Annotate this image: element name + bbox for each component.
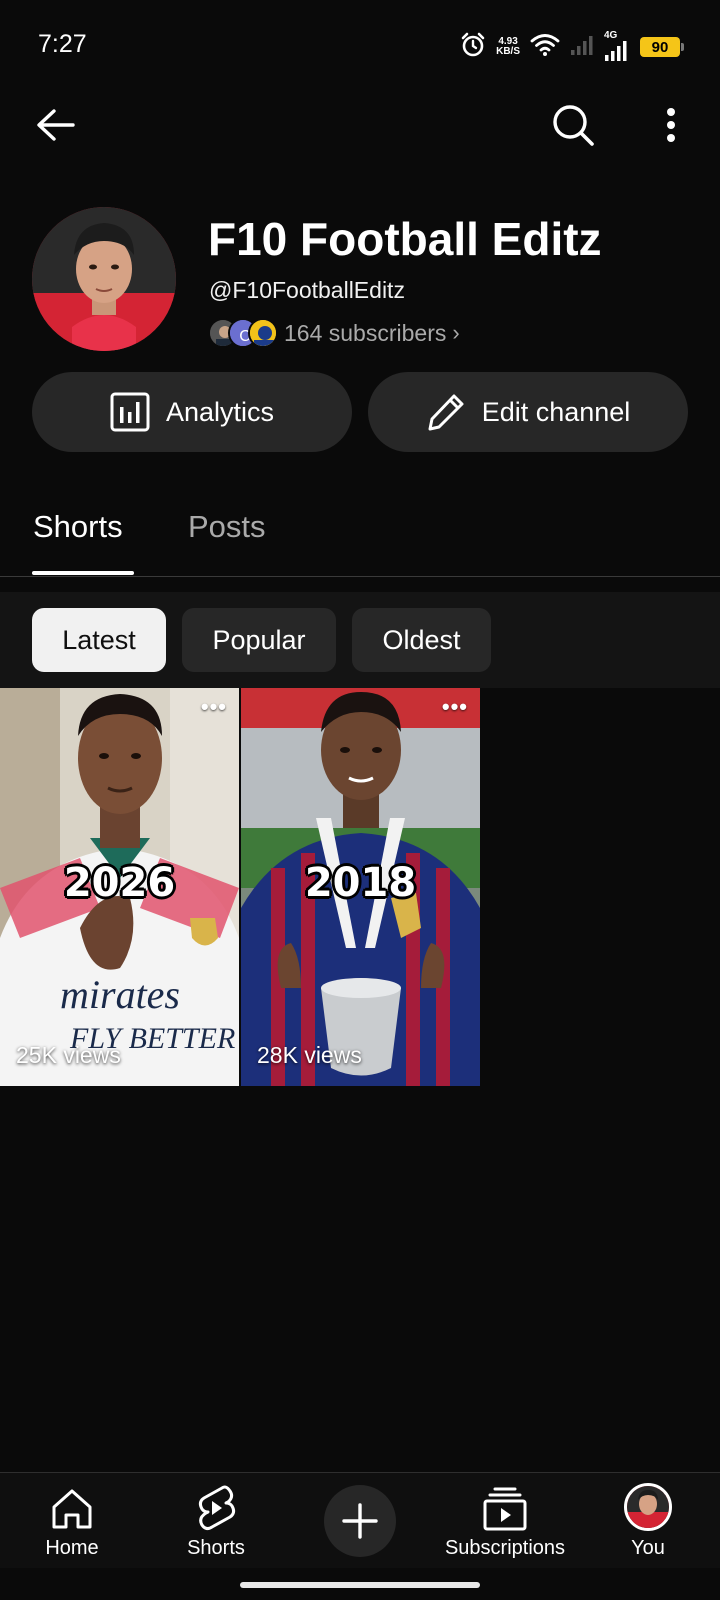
tab-posts[interactable]: Posts [188,509,266,545]
profile-avatar [624,1483,672,1531]
nav-home[interactable]: Home [32,1473,112,1569]
nav-label: You [631,1537,665,1559]
channel-avatar[interactable] [32,207,176,351]
channel-name: F10 Football Editz [208,213,602,265]
home-indicator[interactable] [240,1582,480,1588]
analytics-button[interactable]: Analytics [32,372,352,452]
edit-channel-label: Edit channel [481,396,631,427]
channel-page: 7:27 4.93 KB/S 4G 90 F10 Football Editz … [0,0,720,1600]
analytics-label: Analytics [165,396,275,427]
short-view-count: 28K views [257,1042,362,1068]
filter-chips: Latest Popular Oldest [0,592,720,688]
subscriber-avatars: C [208,316,280,350]
edit-channel-button[interactable]: Edit channel [368,372,688,452]
nav-create[interactable] [324,1473,396,1569]
nav-you[interactable]: You [608,1473,688,1569]
short-view-count: 25K views [16,1042,121,1068]
more-vertical-icon [667,108,675,142]
filter-chip-latest[interactable]: Latest [32,608,166,672]
more-options-button[interactable] [646,100,696,150]
tab-selected-indicator [32,571,134,575]
network-speed: 4.93 KB/S [496,37,520,57]
short-more-options[interactable]: ••• [442,694,468,720]
back-button[interactable] [30,100,80,150]
status-bar: 7:27 4.93 KB/S 4G 90 [0,0,720,90]
short-video-card[interactable]: mirates FLY BETTER 2026 25K views ••• [0,688,239,1086]
network-speed-unit: KB/S [496,46,520,57]
signal-icon-sim2: 4G [604,30,630,62]
pencil-icon [428,394,464,431]
subscriptions-icon [483,1487,527,1531]
subscriber-avatar [248,318,278,348]
channel-handle: @F10FootballEditz [209,277,405,303]
filter-chip-oldest[interactable]: Oldest [352,608,491,672]
channel-tabs: Shorts Posts [0,495,720,577]
short-video-card[interactable]: 2018 28K views ••• [241,688,480,1086]
short-more-options[interactable]: ••• [201,694,227,720]
search-button[interactable] [548,100,598,150]
analytics-icon [110,392,150,432]
short-overlay-text: 2026 [63,860,176,906]
status-icons: 4.93 KB/S 4G 90 [460,30,684,64]
filter-chip-popular[interactable]: Popular [182,608,336,672]
signal-icon-sim1 [570,34,594,61]
svg-text:mirates: mirates [60,972,180,1017]
subscribers-link[interactable]: C 164 subscribers › [208,316,460,350]
short-overlay-text: 2018 [304,860,417,906]
nav-label: Home [45,1537,99,1559]
plus-icon [342,1503,378,1539]
nav-label: Shorts [187,1537,245,1559]
nav-shorts[interactable]: Shorts [176,1473,256,1569]
wifi-icon [530,33,560,62]
nav-subscriptions[interactable]: Subscriptions [430,1473,580,1569]
chevron-right-icon: › [452,320,460,345]
tab-shorts[interactable]: Shorts [33,509,123,545]
bottom-navigation: Home Shorts Subscriptions You [0,1472,720,1568]
search-icon [553,105,594,146]
home-icon [52,1489,92,1529]
subscriber-count: 164 subscribers [284,319,447,346]
battery-indicator: 90 [640,37,684,57]
alarm-icon [460,32,486,63]
arrow-left-icon [37,109,75,141]
nav-label: Subscriptions [444,1537,566,1559]
status-time: 7:27 [38,30,87,58]
shorts-icon [198,1485,236,1531]
